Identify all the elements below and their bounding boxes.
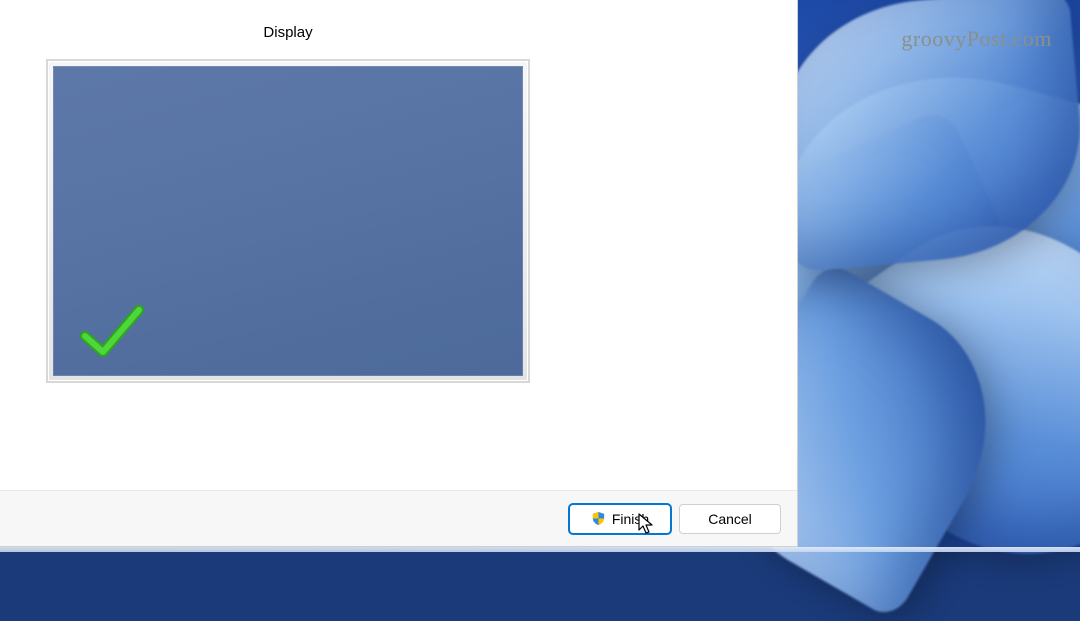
taskbar-edge <box>0 547 1080 552</box>
display-preview-frame <box>46 59 530 383</box>
finish-button[interactable]: Finish <box>569 504 671 534</box>
cancel-button[interactable]: Cancel <box>679 504 781 534</box>
dialog-content: Display <box>0 0 797 490</box>
section-title: Display <box>46 24 530 41</box>
watermark-text: groovyPost.com <box>901 26 1052 52</box>
display-preview-screen <box>53 66 523 376</box>
success-check-icon <box>79 302 147 362</box>
cancel-button-label: Cancel <box>708 511 752 527</box>
uac-shield-icon <box>591 511 606 526</box>
dialog-button-bar: Finish Cancel <box>0 490 797 546</box>
finish-button-label: Finish <box>612 511 649 527</box>
calibration-dialog: Display <box>0 0 798 547</box>
